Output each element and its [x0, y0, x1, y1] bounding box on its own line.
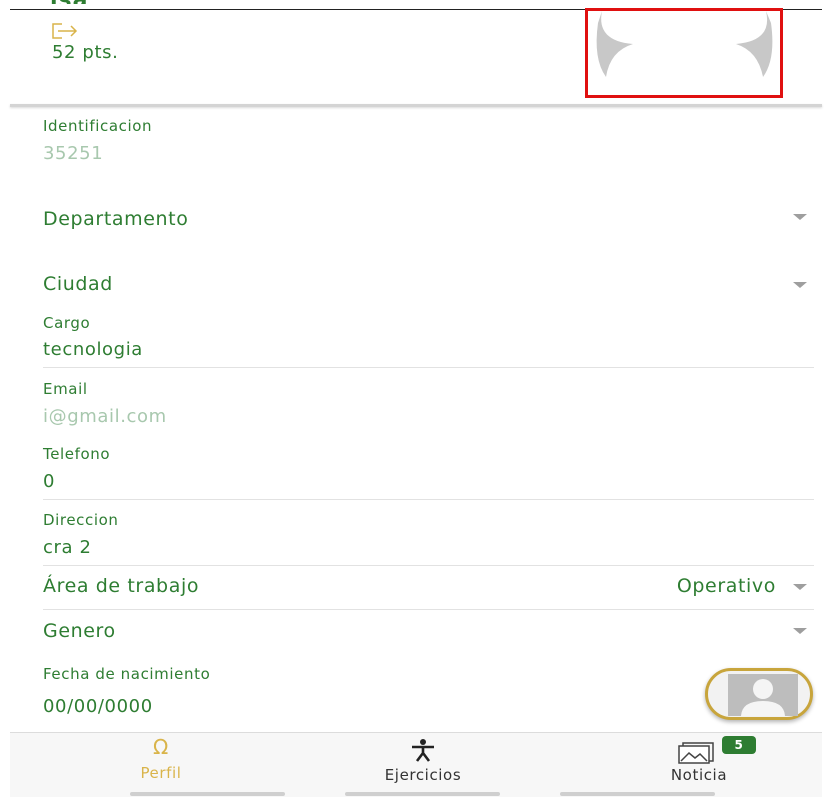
departamento-dropdown-icon[interactable] — [793, 214, 807, 220]
person-exercise-icon — [412, 739, 434, 762]
header-divider — [10, 104, 822, 107]
area-trabajo-underline — [43, 609, 814, 610]
telefono-field[interactable]: 0 — [43, 471, 55, 492]
departamento-select[interactable]: Departamento — [43, 208, 188, 230]
identificacion-label: Identificacion — [43, 117, 153, 135]
user-name: isa — [50, 0, 88, 4]
nav-label-perfil: Perfil — [140, 764, 182, 782]
area-trabajo-dropdown-icon[interactable] — [793, 584, 807, 590]
direccion-label: Direccion — [43, 511, 119, 529]
profile-avatar[interactable] — [585, 8, 783, 98]
direccion-underline — [43, 565, 814, 566]
nav-item-noticia[interactable]: Noticia — [614, 736, 784, 786]
avatar-placeholder-icon — [596, 11, 773, 77]
user-points: 52 pts. — [52, 42, 119, 63]
nav-item-ejercicios[interactable]: Ejercicios — [338, 736, 508, 786]
email-label: Email — [43, 380, 88, 398]
email-field[interactable]: i@gmail.com — [43, 406, 167, 427]
system-handle-left — [130, 792, 285, 796]
nav-label-ejercicios: Ejercicios — [384, 766, 462, 784]
genero-select[interactable]: Genero — [43, 620, 116, 642]
system-handle-right — [560, 792, 715, 796]
genero-dropdown-icon[interactable] — [793, 628, 807, 634]
user-avatar-icon — [728, 674, 798, 716]
fecha-nacimiento-field[interactable]: 00/00/0000 — [43, 696, 153, 717]
system-handle-middle — [345, 792, 500, 796]
area-trabajo-select[interactable]: Operativo — [677, 575, 776, 597]
ciudad-dropdown-icon[interactable] — [793, 282, 807, 288]
identificacion-field[interactable]: 35251 — [43, 143, 103, 164]
nav-item-perfil[interactable]: Ω Perfil — [76, 736, 246, 786]
telefono-label: Telefono — [43, 445, 111, 463]
telefono-underline — [43, 499, 814, 500]
news-image-icon — [678, 742, 714, 764]
logout-icon[interactable] — [52, 23, 78, 39]
direccion-field[interactable]: cra 2 — [43, 537, 92, 558]
cargo-label: Cargo — [43, 314, 91, 332]
noticia-badge: 5 — [722, 736, 756, 754]
omega-icon: Ω — [153, 735, 169, 759]
area-trabajo-label: Área de trabajo — [43, 575, 200, 597]
cargo-field[interactable]: tecnologia — [43, 339, 143, 360]
cargo-underline — [43, 367, 814, 368]
nav-label-noticia: Noticia — [670, 766, 728, 784]
ciudad-select[interactable]: Ciudad — [43, 273, 113, 295]
fecha-nacimiento-label: Fecha de nacimiento — [43, 665, 211, 683]
